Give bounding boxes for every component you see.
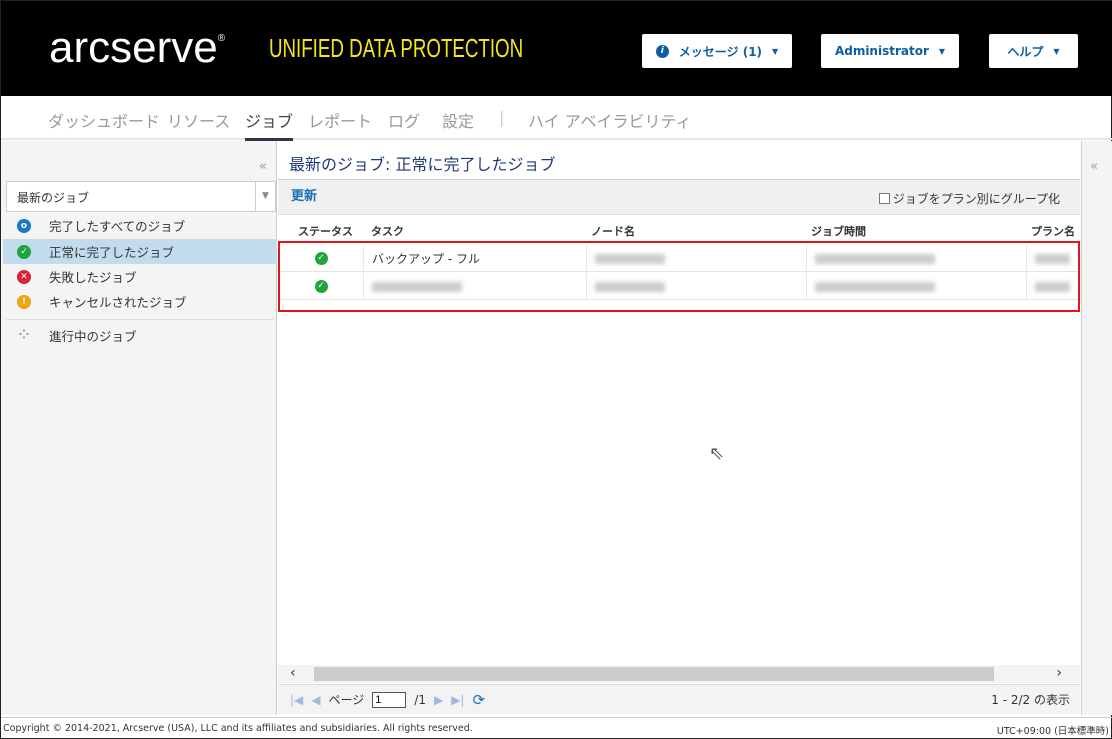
logo-text: arcserve: [49, 23, 218, 72]
check-icon: ✓: [17, 244, 31, 259]
last-page-icon[interactable]: ▶|: [451, 693, 464, 707]
copyright: Copyright © 2014-2021, Arcserve (USA), L…: [3, 723, 473, 734]
nav-divider: |: [499, 108, 505, 127]
horizontal-scrollbar[interactable]: ‹ ›: [278, 665, 1080, 683]
scroll-right-icon[interactable]: ›: [1056, 665, 1062, 681]
column-task[interactable]: タスク: [371, 223, 404, 239]
checkbox[interactable]: [878, 193, 890, 204]
column-status[interactable]: ステータス: [298, 223, 353, 239]
tab-dashboard[interactable]: ダッシュボード: [48, 108, 160, 132]
expand-right-icon[interactable]: «: [1090, 159, 1098, 174]
main-nav: ダッシュボード リソース ジョブ レポート ログ 設定 | ハイ アベイラビリテ…: [1, 96, 1112, 141]
scroll-left-icon[interactable]: ‹: [290, 665, 296, 681]
sidebar-item-in-progress[interactable]: ⁘ 進行中のジョブ: [3, 323, 277, 348]
tab-settings[interactable]: 設定: [442, 108, 474, 132]
arcserve-logo: arcserve®: [49, 23, 226, 72]
tab-reports[interactable]: レポート: [308, 108, 372, 132]
warning-icon: !: [17, 294, 31, 309]
user-label: Administrator: [834, 44, 929, 58]
mouse-cursor-icon: ⇖: [709, 443, 725, 464]
page-label: ページ: [328, 693, 365, 707]
group-by-plan-checkbox[interactable]: ジョブをプラン別にグループ化: [878, 190, 1060, 207]
select-value: 最新のジョブ: [17, 191, 90, 205]
page-summary: 1 - 2/2 の表示: [991, 693, 1070, 707]
page-count: /1: [414, 692, 426, 707]
item-label: 正常に完了したジョブ: [49, 245, 175, 260]
gear-icon: o: [17, 218, 31, 233]
help-label: ヘルプ: [1007, 44, 1044, 59]
toolbar: 更新 ジョブをプラン別にグループ化: [278, 179, 1080, 215]
sidebar-item-canceled[interactable]: ! キャンセルされたジョブ: [3, 289, 277, 314]
tab-jobs[interactable]: ジョブ: [245, 108, 294, 141]
scroll-thumb[interactable]: [314, 667, 994, 681]
chevron-down-icon: ▼: [255, 182, 275, 211]
caret-down-icon: ▼: [1053, 46, 1060, 56]
error-icon: ✕: [17, 269, 31, 284]
column-plan[interactable]: プラン名: [1031, 223, 1075, 239]
item-label: キャンセルされたジョブ: [49, 295, 187, 310]
info-icon: i: [655, 44, 669, 58]
footer: Copyright © 2014-2021, Arcserve (USA), L…: [1, 717, 1112, 739]
refresh-button[interactable]: 更新: [291, 185, 317, 204]
tab-resources[interactable]: リソース: [167, 108, 230, 132]
divider: [6, 319, 274, 320]
page-title: 最新のジョブ: 正常に完了したジョブ: [289, 155, 556, 174]
tab-logs[interactable]: ログ: [388, 108, 420, 132]
job-filter-select[interactable]: 最新のジョブ ▼: [6, 181, 276, 212]
header: arcserve® UNIFIED DATA PROTECTION i メッセージ…: [1, 1, 1112, 96]
sidebar-item-all-completed[interactable]: o 完了したすべてのジョブ: [3, 213, 277, 238]
timezone: UTC+09:00 (日本標準時): [996, 726, 1109, 737]
tab-high-availability[interactable]: ハイ アベイラビリティ: [528, 108, 692, 132]
page-input[interactable]: [372, 691, 407, 708]
right-panel-collapsed: «: [1081, 141, 1112, 715]
checkbox-label: ジョブをプラン別にグループ化: [892, 192, 1060, 206]
column-job-time[interactable]: ジョブ時間: [811, 223, 866, 239]
prev-page-icon[interactable]: ◀: [311, 693, 320, 707]
help-button[interactable]: ヘルプ ▼: [989, 34, 1078, 68]
highlight-box: [278, 241, 1080, 312]
item-label: 失敗したジョブ: [49, 270, 137, 285]
collapse-left-icon[interactable]: «: [259, 159, 267, 174]
next-page-icon[interactable]: ▶: [434, 693, 443, 707]
caret-down-icon: ▼: [772, 46, 779, 56]
pager: |◀ ◀ ページ /1 ▶ ▶| ⟳ 1 - 2/2 の表示: [278, 684, 1080, 714]
refresh-icon[interactable]: ⟳: [472, 691, 485, 709]
messages-button[interactable]: i メッセージ (1) ▼: [642, 34, 792, 68]
spinner-icon: ⁘: [18, 327, 30, 343]
caret-down-icon: ▼: [938, 46, 946, 56]
column-node[interactable]: ノード名: [591, 223, 635, 239]
item-label: 進行中のジョブ: [49, 329, 137, 344]
sidebar-item-successful[interactable]: ✓ 正常に完了したジョブ: [3, 239, 277, 264]
sidebar-item-failed[interactable]: ✕ 失敗したジョブ: [3, 264, 277, 289]
messages-label: メッセージ (1): [678, 44, 763, 59]
item-label: 完了したすべてのジョブ: [49, 219, 186, 234]
user-menu-button[interactable]: Administrator ▼: [821, 34, 959, 68]
product-name: UNIFIED DATA PROTECTION: [269, 33, 524, 63]
first-page-icon[interactable]: |◀: [290, 693, 303, 707]
